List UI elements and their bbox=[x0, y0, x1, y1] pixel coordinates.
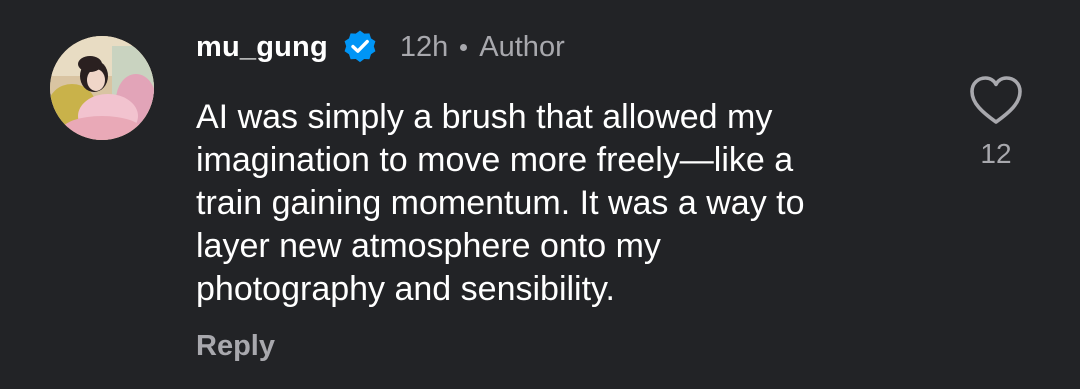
separator-dot bbox=[460, 43, 468, 51]
verified-badge-icon bbox=[342, 29, 378, 65]
comment: mu_gung 12h Author AI was simply a brush… bbox=[0, 0, 1080, 389]
heart-outline-icon[interactable] bbox=[966, 72, 1026, 128]
timestamp: 12h bbox=[399, 30, 449, 63]
username[interactable]: mu_gung bbox=[196, 31, 328, 64]
author-label: Author bbox=[479, 30, 565, 63]
comment-line: imagination to move more freely—like a bbox=[196, 141, 794, 179]
like-count: 12 bbox=[980, 138, 1012, 169]
comment-header: mu_gung 12h Author bbox=[196, 24, 565, 70]
comment-line: photography and sensibility. bbox=[196, 270, 615, 308]
comment-line: layer new atmosphere onto my bbox=[196, 227, 661, 265]
avatar[interactable] bbox=[50, 36, 154, 140]
comment-text: AI was simply a brush that allowed my im… bbox=[196, 96, 896, 311]
comment-line: AI was simply a brush that allowed my bbox=[196, 98, 773, 136]
reply-button[interactable]: Reply bbox=[196, 330, 275, 363]
comment-line: train gaining momentum. It was a way to bbox=[196, 184, 805, 222]
